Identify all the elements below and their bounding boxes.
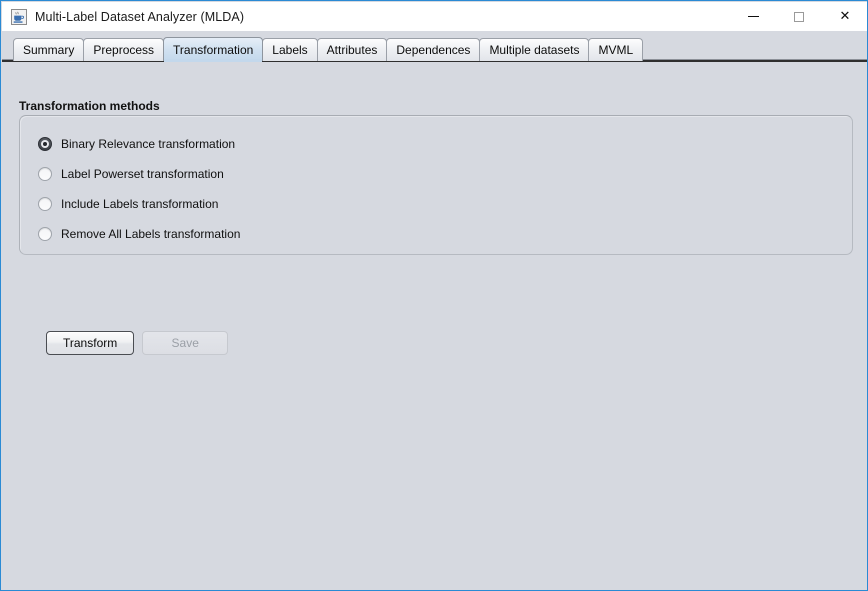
tab-transformation[interactable]: Transformation <box>163 37 264 61</box>
transformation-methods-panel: Binary Relevance transformation Label Pow… <box>19 115 853 355</box>
radio-row[interactable]: Label Powerset transformation <box>38 165 224 183</box>
action-button-row: Transform Save <box>46 331 229 355</box>
radio-row[interactable]: Remove All Labels transformation <box>38 225 240 243</box>
window-title: Multi-Label Dataset Analyzer (MLDA) <box>35 9 245 24</box>
title-bar: Multi-Label Dataset Analyzer (MLDA) ✕ <box>2 2 867 31</box>
radio-label: Binary Relevance transformation <box>61 137 236 151</box>
window-content: Summary Preprocess Transformation Labels Att… <box>2 31 867 590</box>
radio-label: Include Labels transformation <box>61 197 219 211</box>
radio-row[interactable]: Include Labels transformation <box>38 195 218 213</box>
close-button[interactable]: ✕ <box>822 2 867 31</box>
minimize-icon <box>747 16 759 17</box>
tab-strip: Summary Preprocess Transformation Labels Att… <box>13 36 644 61</box>
radio-label: Remove All Labels transformation <box>61 227 241 241</box>
tab-dependences[interactable]: Dependences <box>386 38 481 61</box>
tab-attributes[interactable]: Attributes <box>316 38 388 61</box>
radio-button-selected[interactable] <box>38 137 52 151</box>
selected-tab-merge <box>164 59 262 62</box>
tab-preprocess[interactable]: Preprocess <box>83 38 165 61</box>
minimize-button[interactable] <box>730 2 776 31</box>
java-coffee-cup-icon <box>11 8 27 25</box>
transform-button[interactable]: Transform <box>46 331 135 355</box>
tab-mvml[interactable]: MVML <box>588 38 644 61</box>
radio-button[interactable] <box>38 227 52 241</box>
window-controls: ✕ <box>730 2 867 31</box>
tab-labels[interactable]: Labels <box>262 38 318 61</box>
close-icon: ✕ <box>839 9 851 24</box>
application-window: Multi-Label Dataset Analyzer (MLDA) ✕ Su… <box>0 0 868 591</box>
maximize-button[interactable] <box>776 2 822 31</box>
radio-row[interactable]: Binary Relevance transformation <box>38 135 235 153</box>
radio-label: Label Powerset transformation <box>61 167 224 181</box>
tab-summary[interactable]: Summary <box>13 38 85 61</box>
radio-button[interactable] <box>38 167 52 181</box>
save-button[interactable]: Save <box>142 331 229 355</box>
tab-multiple-datasets[interactable]: Multiple datasets <box>479 38 590 61</box>
transformation-methods-label: Transformation methods <box>19 99 160 113</box>
radio-button[interactable] <box>38 197 52 211</box>
maximize-icon <box>794 11 804 22</box>
